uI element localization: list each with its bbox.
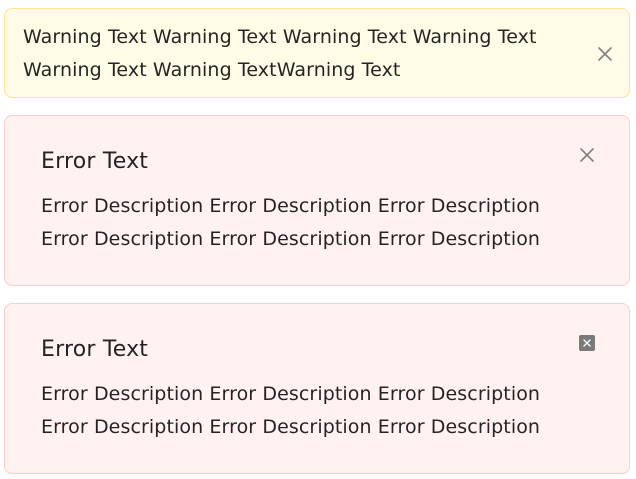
- warning-message: Warning Text Warning Text Warning Text W…: [23, 26, 537, 81]
- error-close-button[interactable]: [574, 330, 600, 356]
- error-description: Error Description Error Description Erro…: [41, 195, 541, 250]
- error-alert-custom-close: Error Text Error Description Error Descr…: [4, 303, 630, 474]
- warning-alert: Warning Text Warning Text Warning Text W…: [4, 8, 630, 98]
- error-title: Error Text: [41, 337, 149, 362]
- error-close-button[interactable]: [574, 142, 600, 168]
- close-square-icon: [579, 335, 595, 351]
- error-title: Error Text: [41, 149, 149, 174]
- error-description: Error Description Error Description Erro…: [41, 383, 541, 438]
- warning-close-button[interactable]: [592, 41, 618, 67]
- error-alert: Error Text Error Description Error Descr…: [4, 115, 630, 286]
- alerts-page: Warning Text Warning Text Warning Text W…: [0, 0, 636, 479]
- close-icon: [597, 46, 613, 62]
- close-icon: [579, 147, 595, 163]
